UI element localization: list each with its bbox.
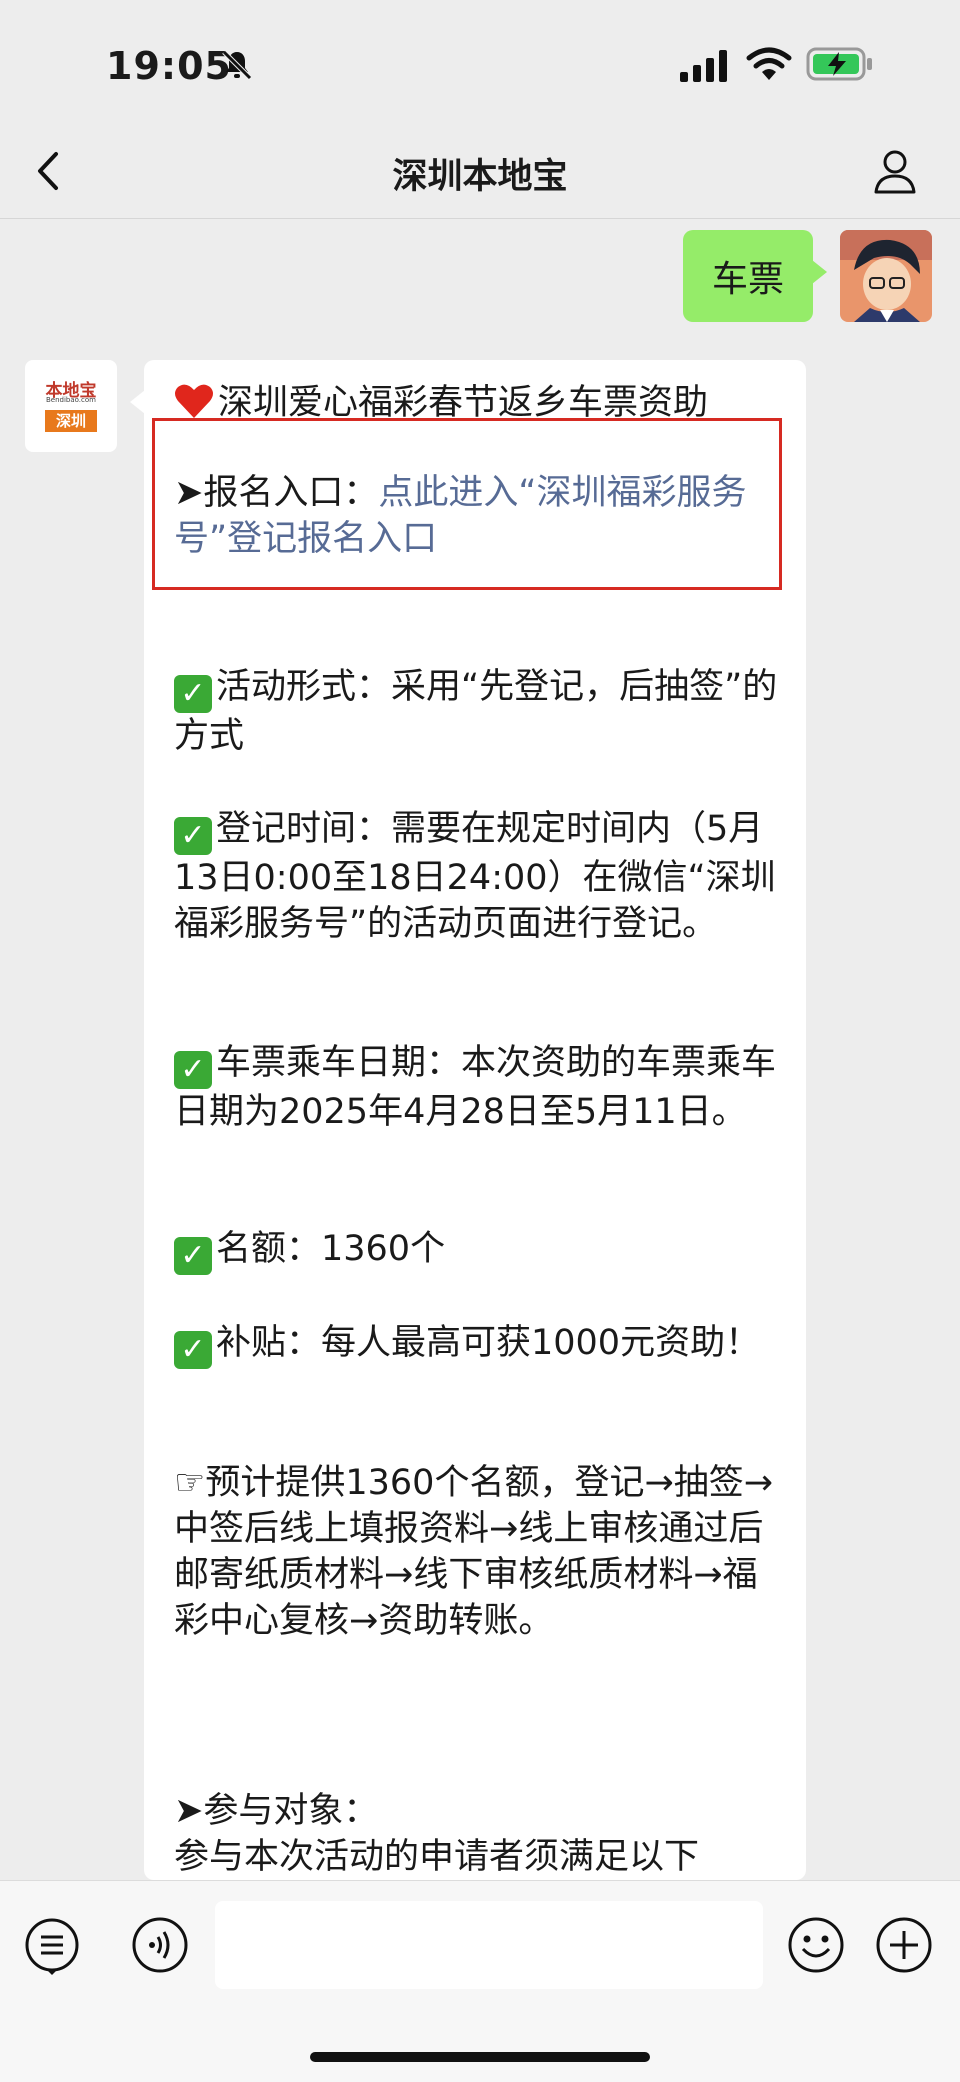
subsidy: ✓ 补贴：每人最高可获1000元资助！ [174,1320,784,1369]
bot-avatar[interactable]: 本地宝 Bendibao.com 深圳 [25,360,117,452]
battery-icon [806,47,872,81]
activity-form: ✓ 活动形式：采用“先登记，后抽签”的方式 [174,664,784,759]
home-indicator [310,2052,650,2062]
nav-bar: 深圳本地宝 [0,130,960,219]
process-text: ☞预计提供1360个名额，登记→抽签→中签后线上填报资料→线上审核通过后邮寄纸质… [174,1463,774,1641]
profile-icon[interactable] [870,146,920,196]
my-avatar[interactable] [840,230,932,322]
process-flow: ☞预计提供1360个名额，登记→抽签→中签后线上填报资料→线上审核通过后邮寄纸质… [174,1460,784,1644]
logo-city-tag: 深圳 [45,410,97,432]
ride-date: ✓ 车票乘车日期：本次资助的车票乘车日期为2025年4月28日至5月11日。 [174,1040,784,1135]
ride-date-text: 车票乘车日期：本次资助的车票乘车日期为2025年4月28日至5月11日。 [174,1043,777,1132]
add-icon[interactable] [874,1915,934,1975]
message-input[interactable] [215,1901,763,1989]
wifi-icon [746,47,792,80]
target-section: ➤参与对象： 参与本次活动的申请者须满足以下 [174,1788,784,1880]
message-title: 深圳爱心福彩春节返乡车票资助 [218,383,709,423]
chat-title: 深圳本地宝 [392,157,568,197]
menu-list-icon[interactable] [22,1915,82,1975]
check-icon: ✓ [174,1331,212,1369]
bell-muted-icon [222,50,252,80]
status-bar: 19:05 [0,0,960,130]
status-time: 19:05 [106,44,232,88]
activity-form-text: 活动形式：采用“先登记，后抽签”的方式 [174,667,778,756]
quota-text: 名额：1360个 [216,1229,446,1269]
target-heading: ➤参与对象： [174,1791,379,1831]
emoji-icon[interactable] [786,1915,846,1975]
check-icon: ✓ [174,817,212,855]
registration-time-text: 登记时间：需要在规定时间内（5月13日0:00至18日24:00）在微信“深圳福… [174,809,776,944]
heart-icon [175,384,213,418]
target-text: 参与本次活动的申请者须满足以下 [174,1837,700,1877]
voice-icon[interactable] [130,1915,190,1975]
registration-time: ✓ 登记时间：需要在规定时间内（5月13日0:00至18日24:00）在微信“深圳… [174,806,784,947]
check-icon: ✓ [174,1237,212,1275]
subsidy-text: 补贴：每人最高可获1000元资助！ [216,1323,761,1363]
signal-icon [680,50,727,82]
quota: ✓ 名额：1360个 [174,1226,784,1275]
outgoing-message[interactable]: 车票 [683,230,827,322]
check-icon: ✓ [174,675,212,713]
check-icon: ✓ [174,1051,212,1089]
avatar-image [840,230,932,322]
logo-domain: Bendibao.com [45,396,96,404]
highlight-box [152,418,782,590]
outgoing-message-text: 车票 [711,259,784,300]
